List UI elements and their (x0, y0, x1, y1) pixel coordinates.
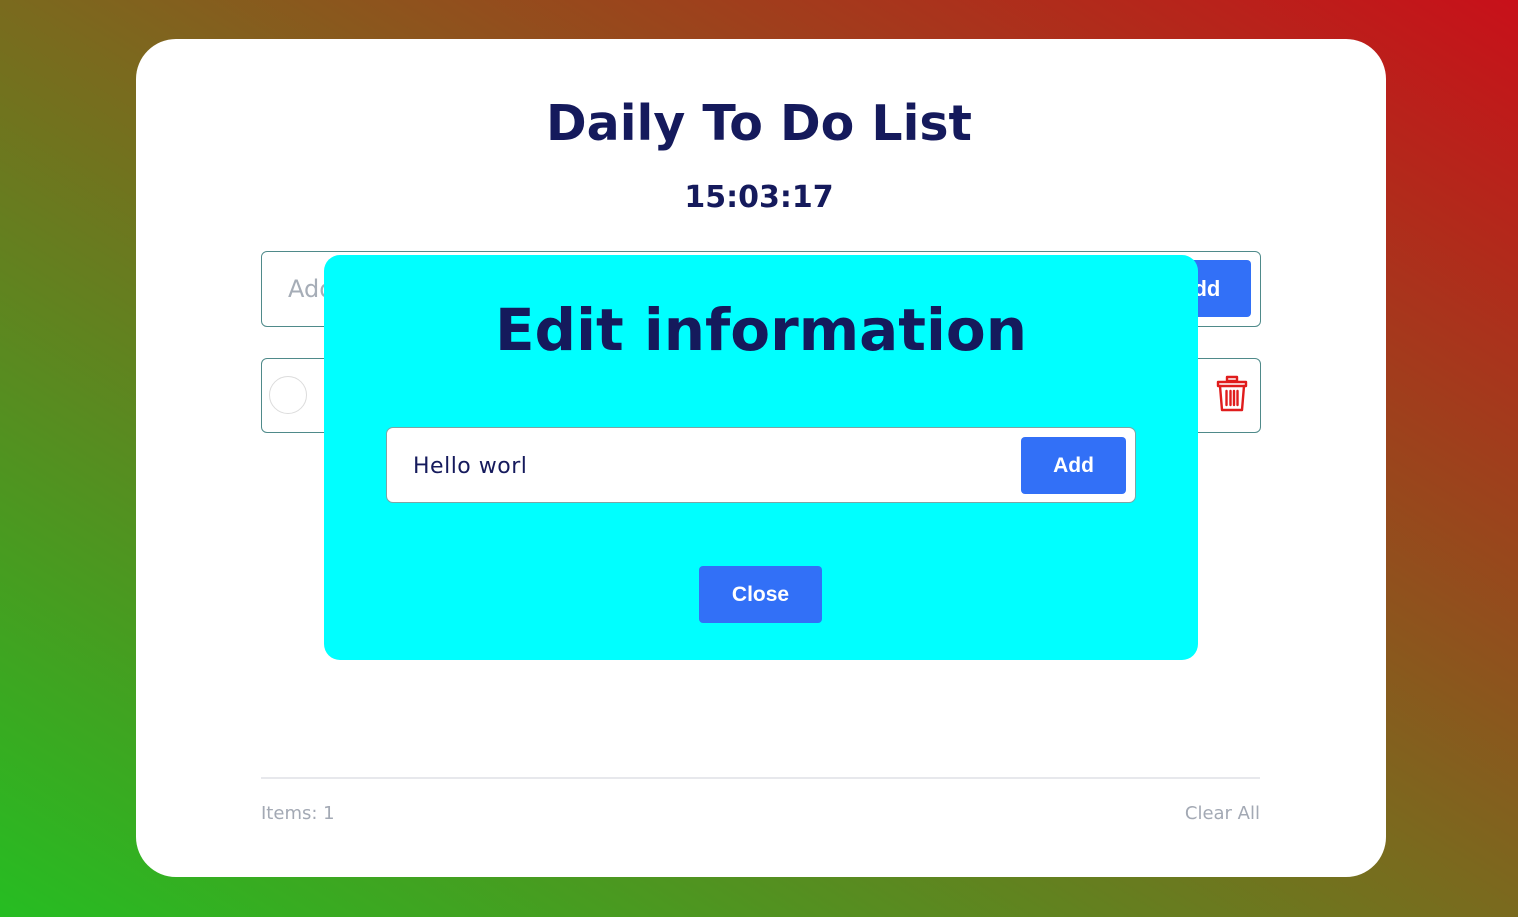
edit-modal: Edit information Add Close (324, 255, 1198, 660)
modal-title: Edit information (494, 296, 1028, 364)
clear-all-button[interactable]: Clear All (1185, 802, 1260, 826)
modal-edit-form: Add (386, 427, 1136, 503)
items-count: Items: 1 (261, 803, 335, 824)
clock-display: 15:03:17 (684, 180, 834, 215)
modal-add-button[interactable]: Add (1021, 437, 1126, 494)
page-title: Daily To Do List (546, 95, 972, 152)
trash-icon[interactable] (1215, 373, 1249, 413)
circle-check-icon[interactable] (269, 376, 307, 414)
footer-divider (261, 777, 1260, 779)
edit-item-input[interactable] (411, 448, 1015, 484)
close-button[interactable]: Close (699, 566, 822, 623)
